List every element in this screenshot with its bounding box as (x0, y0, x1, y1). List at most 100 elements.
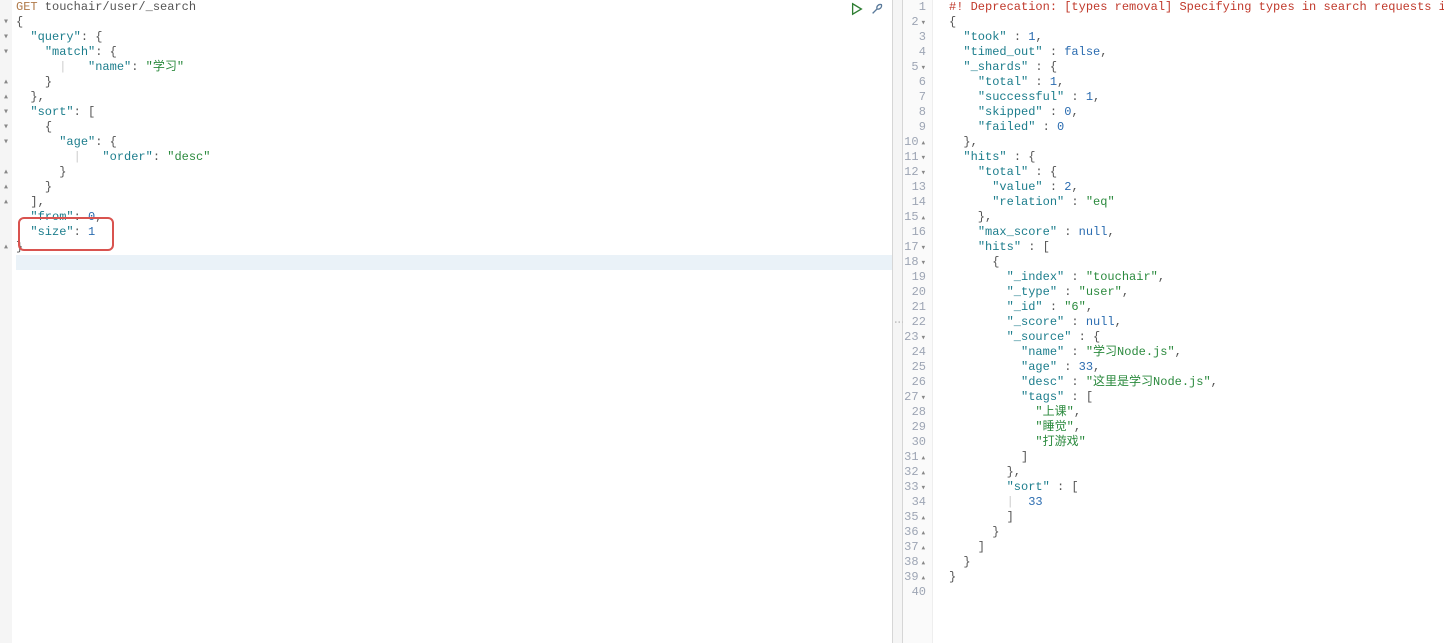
line-number: 3 (903, 30, 926, 45)
code-line[interactable]: { (949, 255, 1444, 270)
line-number: 9 (903, 120, 926, 135)
code-line[interactable]: ] (949, 540, 1444, 555)
fold-marker[interactable]: ▴ (0, 240, 12, 255)
code-line[interactable]: "query": { (16, 30, 892, 45)
response-viewer[interactable]: #! Deprecation: [types removal] Specifyi… (945, 0, 1444, 643)
code-line[interactable]: "failed" : 0 (949, 120, 1444, 135)
fold-marker[interactable]: ▾ (0, 105, 12, 120)
code-line[interactable]: } (16, 165, 892, 180)
code-line[interactable]: } (949, 570, 1444, 585)
fold-marker[interactable]: ▾ (0, 45, 12, 60)
line-number: 7 (903, 90, 926, 105)
code-line[interactable]: "_type" : "user", (949, 285, 1444, 300)
code-line[interactable]: "value" : 2, (949, 180, 1444, 195)
line-number: 31▴ (903, 450, 926, 465)
code-line[interactable]: }, (16, 90, 892, 105)
line-number: 27▾ (903, 390, 926, 405)
code-line[interactable]: "took" : 1, (949, 30, 1444, 45)
code-line[interactable]: "_score" : null, (949, 315, 1444, 330)
code-line[interactable]: } (16, 180, 892, 195)
fold-marker[interactable]: ▾ (0, 120, 12, 135)
line-number: 30 (903, 435, 926, 450)
code-line[interactable]: ] (949, 450, 1444, 465)
code-line[interactable]: "successful" : 1, (949, 90, 1444, 105)
line-number: 39▴ (903, 570, 926, 585)
code-line[interactable]: { (16, 15, 892, 30)
code-line[interactable]: "timed_out" : false, (949, 45, 1444, 60)
code-line[interactable]: GET touchair/user/_search (16, 0, 892, 15)
code-line[interactable]: "relation" : "eq" (949, 195, 1444, 210)
code-line[interactable]: "hits" : { (949, 150, 1444, 165)
request-editor[interactable]: GET touchair/user/_search{ "query": { "m… (12, 0, 892, 643)
line-number: 34 (903, 495, 926, 510)
code-line[interactable]: "max_score" : null, (949, 225, 1444, 240)
code-line[interactable]: "name" : "学习Node.js", (949, 345, 1444, 360)
code-line[interactable]: ] (949, 510, 1444, 525)
fold-marker[interactable]: ▾ (0, 135, 12, 150)
code-line[interactable]: }, (949, 465, 1444, 480)
code-line[interactable]: "sort": [ (16, 105, 892, 120)
code-line[interactable]: }, (949, 135, 1444, 150)
code-line[interactable]: } (16, 75, 892, 90)
line-number: 5▾ (903, 60, 926, 75)
code-line[interactable]: "match": { (16, 45, 892, 60)
wrench-icon[interactable] (870, 2, 884, 16)
code-line[interactable]: | 33 (949, 495, 1444, 510)
line-number: 23▾ (903, 330, 926, 345)
line-numbers-right: 12▾345▾678910▴11▾12▾131415▴1617▾18▾19202… (903, 0, 933, 643)
code-line[interactable]: "_shards" : { (949, 60, 1444, 75)
line-number: 32▴ (903, 465, 926, 480)
code-line[interactable]: | "name": "学习" (16, 60, 892, 75)
code-line[interactable]: "desc" : "这里是学习Node.js", (949, 375, 1444, 390)
line-number: 22 (903, 315, 926, 330)
fold-marker[interactable]: ▴ (0, 165, 12, 180)
code-line[interactable] (949, 585, 1444, 600)
fold-marker (0, 60, 12, 75)
code-line[interactable]: "睡觉", (949, 420, 1444, 435)
request-actions (850, 2, 884, 16)
run-icon[interactable] (850, 2, 864, 16)
code-line[interactable]: "tags" : [ (949, 390, 1444, 405)
code-line[interactable]: } (949, 525, 1444, 540)
code-line[interactable]: }, (949, 210, 1444, 225)
code-line[interactable] (16, 255, 892, 270)
code-line[interactable]: "age" : 33, (949, 360, 1444, 375)
code-line[interactable]: "_source" : { (949, 330, 1444, 345)
code-line[interactable]: | "order": "desc" (16, 150, 892, 165)
code-line[interactable]: "from": 0, (16, 210, 892, 225)
code-line[interactable]: ], (16, 195, 892, 210)
fold-marker[interactable]: ▴ (0, 90, 12, 105)
fold-marker (0, 210, 12, 225)
panel-divider[interactable]: ⋮ (893, 0, 903, 643)
fold-gutter-left: ▾▾▾▴▴▾▾▾▴▴▴▴ (0, 0, 12, 643)
fold-marker[interactable]: ▾ (0, 30, 12, 45)
line-number: 14 (903, 195, 926, 210)
line-number: 38▴ (903, 555, 926, 570)
code-line[interactable]: "skipped" : 0, (949, 105, 1444, 120)
code-line[interactable]: #! Deprecation: [types removal] Specifyi… (949, 0, 1444, 15)
code-line[interactable]: { (949, 15, 1444, 30)
code-line[interactable]: { (16, 120, 892, 135)
code-line[interactable]: } (949, 555, 1444, 570)
code-line[interactable]: "_id" : "6", (949, 300, 1444, 315)
fold-marker[interactable]: ▾ (0, 15, 12, 30)
code-line[interactable]: "_index" : "touchair", (949, 270, 1444, 285)
fold-marker (0, 225, 12, 240)
code-line[interactable]: "上课", (949, 405, 1444, 420)
code-line[interactable]: "打游戏" (949, 435, 1444, 450)
line-number: 19 (903, 270, 926, 285)
line-number: 8 (903, 105, 926, 120)
fold-marker[interactable]: ▴ (0, 195, 12, 210)
line-number: 18▾ (903, 255, 926, 270)
line-number: 12▾ (903, 165, 926, 180)
code-line[interactable]: "hits" : [ (949, 240, 1444, 255)
code-line[interactable]: } (16, 240, 892, 255)
code-line[interactable]: "age": { (16, 135, 892, 150)
code-line[interactable]: "size": 1 (16, 225, 892, 240)
code-line[interactable]: "total" : { (949, 165, 1444, 180)
line-number: 4 (903, 45, 926, 60)
fold-marker[interactable]: ▴ (0, 180, 12, 195)
code-line[interactable]: "total" : 1, (949, 75, 1444, 90)
fold-marker[interactable]: ▴ (0, 75, 12, 90)
code-line[interactable]: "sort" : [ (949, 480, 1444, 495)
